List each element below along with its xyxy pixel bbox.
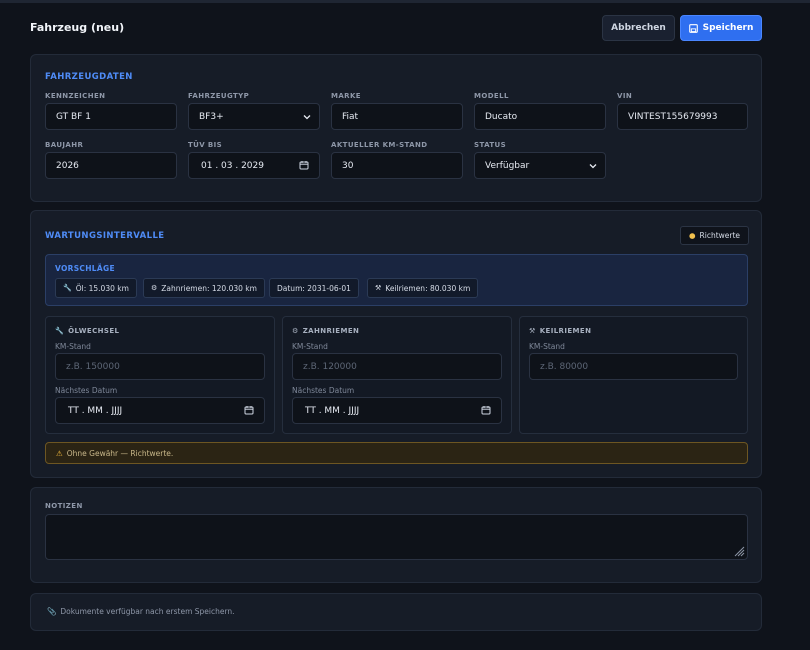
suggestion-label: Datum: 2031-06-01 [277,283,351,293]
keilriemen-km-input[interactable]: z.B. 80000 [529,353,738,380]
vehicle-section-title: FAHRZEUGDATEN [45,72,133,82]
kennzeichen-value: GT BF 1 [56,111,91,122]
zahnriemen-date-placeholder: TT . MM . JJJJ [305,405,360,416]
suggestion-chip-oil[interactable]: 🔧 Öl: 15.030 km [55,278,137,298]
calendar-icon[interactable] [299,160,309,170]
oel-km-label: KM-Stand [55,342,91,351]
save-button-label: Speichern [702,23,754,33]
resize-handle-icon[interactable] [733,545,745,557]
fahrzeugtyp-label: FAHRZEUGTYP [188,92,250,100]
wrench-icon: 🔧 [55,327,65,335]
documents-card: 📎 Dokumente verfügbar nach erstem Speiche… [30,593,762,631]
status-select[interactable]: Verfügbar [474,152,606,179]
cancel-button[interactable]: Abbrechen [602,15,675,41]
maintenance-card: WARTUNGSINTERVALLE ● Richtwerte VORSCHLÄ… [30,210,762,478]
notes-label: NOTIZEN [45,502,83,510]
oel-km-placeholder: z.B. 150000 [66,361,120,372]
suggestion-chip-keilriemen[interactable]: ⚒ Keilriemen: 80.030 km [367,278,479,298]
interval-title-text: ÖLWECHSEL [68,327,120,335]
documents-note: 📎 Dokumente verfügbar nach erstem Speiche… [47,607,235,616]
interval-title-keilriemen: ⚒ KEILRIEMEN [529,327,591,335]
save-icon [688,23,698,33]
cancel-button-label: Abbrechen [611,23,666,33]
keilriemen-km-placeholder: z.B. 80000 [540,361,589,372]
oel-date-label: Nächstes Datum [55,386,118,395]
interval-title-oel: 🔧 ÖLWECHSEL [55,327,119,335]
tuev-value: 01 . 03 . 2029 [201,160,264,171]
suggestion-chip-datum[interactable]: Datum: 2031-06-01 [269,278,359,298]
suggestion-chip-zahnriemen[interactable]: ⚙ Zahnriemen: 120.030 km [143,278,265,298]
lightbulb-icon: ● [689,231,696,240]
vin-label: VIN [617,92,633,100]
baujahr-value: 2026 [56,160,79,171]
suggestions-title: VORSCHLÄGE [55,264,115,273]
zahnriemen-date-label: Nächstes Datum [292,386,355,395]
fahrzeugtyp-select[interactable]: BF3+ [188,103,320,130]
oel-date-input[interactable]: TT . MM . JJJJ [55,397,265,424]
oel-km-input[interactable]: z.B. 150000 [55,353,265,380]
zahnriemen-km-placeholder: z.B. 120000 [303,361,357,372]
interval-title-zahnriemen: ⚙ ZAHNRIEMEN [292,327,359,335]
suggestion-label: Zahnriemen: 120.030 km [161,283,257,293]
tuev-label: TÜV BIS [188,141,223,149]
zahnriemen-km-input[interactable]: z.B. 120000 [292,353,502,380]
baujahr-label: BAUJAHR [45,141,84,149]
maintenance-section-title: WARTUNGSINTERVALLE [45,231,165,241]
zahnriemen-date-input[interactable]: TT . MM . JJJJ [292,397,502,424]
interval-card-zahnriemen: ⚙ ZAHNRIEMEN KM-Stand z.B. 120000 Nächste… [282,316,512,434]
status-label: STATUS [474,141,507,149]
chevron-down-icon [589,164,597,169]
calendar-icon[interactable] [481,405,491,415]
top-border [0,0,810,3]
documents-note-text: Dokumente verfügbar nach erstem Speicher… [60,607,235,616]
interval-card-oel: 🔧 ÖLWECHSEL KM-Stand z.B. 150000 Nächstes… [45,316,275,434]
paperclip-icon: 📎 [47,607,57,616]
notes-textarea[interactable] [45,514,748,560]
keilriemen-km-label: KM-Stand [529,342,565,351]
tools-icon: ⚒ [529,327,536,335]
disclaimer-warning: ⚠ Ohne Gewähr — Richtwerte. [45,442,748,464]
suggestion-label: Öl: 15.030 km [75,283,129,293]
interval-card-keilriemen: ⚒ KEILRIEMEN KM-Stand z.B. 80000 [519,316,748,434]
vin-value: VINTEST155679993 [628,111,718,122]
oel-date-placeholder: TT . MM . JJJJ [68,405,123,416]
vehicle-data-card: FAHRZEUGDATEN KENNZEICHEN GT BF 1 FAHRZE… [30,54,762,202]
richtwerte-button[interactable]: ● Richtwerte [680,226,750,245]
status-value: Verfügbar [485,160,530,171]
km-label: AKTUELLER KM-STAND [331,141,428,149]
gear-icon: ⚙ [292,327,299,335]
interval-title-text: ZAHNRIEMEN [302,327,360,335]
marke-input[interactable]: Fiat [331,103,463,130]
zahnriemen-km-label: KM-Stand [292,342,328,351]
baujahr-input[interactable]: 2026 [45,152,177,179]
warning-icon: ⚠ [56,448,63,458]
page-title: Fahrzeug (neu) [30,21,125,34]
modell-value: Ducato [485,111,518,122]
richtwerte-label: Richtwerte [699,231,741,240]
chevron-down-icon [303,115,311,120]
km-value: 30 [342,160,354,171]
km-input[interactable]: 30 [331,152,463,179]
page-header: Fahrzeug (neu) Abbrechen Speichern [30,15,762,41]
tuev-date-input[interactable]: 01 . 03 . 2029 [188,152,320,179]
warning-text: Ohne Gewähr — Richtwerte. [66,448,174,458]
fahrzeugtyp-value: BF3+ [199,111,224,122]
marke-value: Fiat [342,111,359,122]
interval-title-text: KEILRIEMEN [539,327,592,335]
suggestion-label: Keilriemen: 80.030 km [385,283,471,293]
marke-label: MARKE [331,92,361,100]
modell-input[interactable]: Ducato [474,103,606,130]
gear-icon: ⚙ [151,284,158,292]
vin-input[interactable]: VINTEST155679993 [617,103,748,130]
kennzeichen-label: KENNZEICHEN [45,92,106,100]
notes-card: NOTIZEN [30,487,762,583]
calendar-icon[interactable] [244,405,254,415]
kennzeichen-input[interactable]: GT BF 1 [45,103,177,130]
modell-label: MODELL [474,92,509,100]
suggestions-box: VORSCHLÄGE 🔧 Öl: 15.030 km ⚙ Zahnriemen:… [45,254,748,306]
wrench-icon: 🔧 [63,284,72,292]
tools-icon: ⚒ [375,284,382,292]
save-button[interactable]: Speichern [680,15,762,41]
